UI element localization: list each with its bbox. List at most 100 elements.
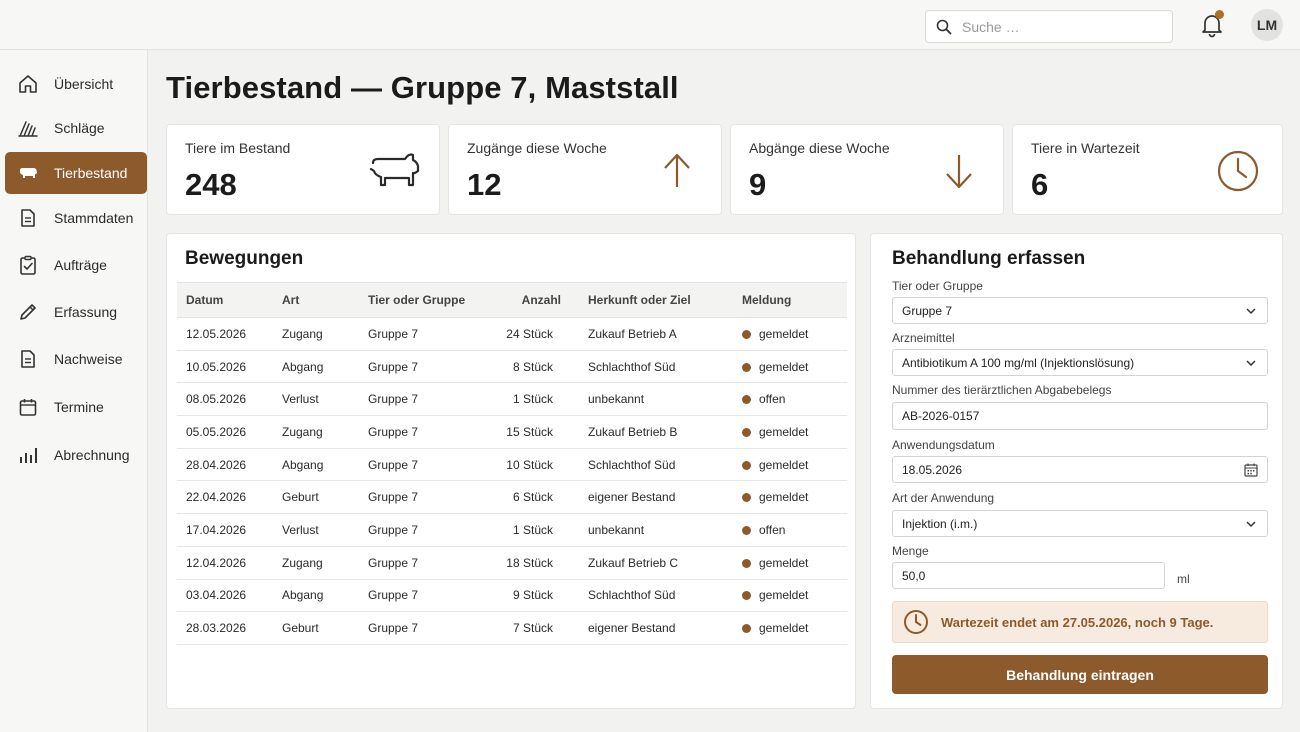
cell-herkunft: Schlachthof Süd [588, 359, 676, 374]
datum-label: Anwendungsdatum [892, 438, 995, 452]
sidebar: Übersicht Schläge Tierbestand Stammdaten… [0, 50, 148, 732]
cell-herkunft: Schlachthof Süd [588, 457, 676, 472]
sidebar-item-label: Aufträge [54, 257, 107, 273]
field-icon [17, 117, 39, 139]
column-header[interactable]: Tier oder Gruppe [359, 282, 489, 318]
sidebar-item-erfassung[interactable]: Erfassung [5, 291, 147, 333]
cell-herkunft: eigener Bestand [588, 490, 676, 505]
chevron-down-icon [1246, 308, 1256, 315]
table-row[interactable]: 08.05.2026 Verlust Gruppe 7 1 Stück unbekann… [177, 383, 847, 416]
pencil-icon [17, 301, 39, 323]
status-dot [742, 591, 751, 601]
column-header[interactable]: Herkunft oder Ziel [579, 282, 733, 318]
column-header[interactable]: Datum [177, 282, 273, 318]
cell-anzahl: 15 Stück [506, 424, 553, 439]
column-header[interactable]: Meldung [733, 282, 847, 318]
sidebar-item-schlaege[interactable]: Schläge [5, 107, 147, 149]
tier-select[interactable]: Gruppe 7 [892, 297, 1268, 324]
table-row[interactable]: 12.04.2026 Zugang Gruppe 7 18 Stück Zukauf B… [177, 546, 847, 579]
arznei-value: Antibiotikum A 100 mg/ml (Injektionslösu… [902, 355, 1135, 370]
art-label: Art der Anwendung [892, 491, 995, 505]
search-input[interactable] [962, 18, 1162, 35]
avatar[interactable]: LM [1251, 9, 1283, 41]
cell-art: Geburt [282, 621, 319, 636]
column-header[interactable]: Anzahl [489, 282, 579, 318]
arrow-up-icon [651, 149, 703, 193]
status-dot [742, 329, 751, 339]
movements-card: Bewegungen Datum Art Tier oder Gruppe An… [166, 233, 856, 709]
sidebar-item-label: Nachweise [54, 351, 123, 367]
status-text: gemeldet [759, 326, 809, 341]
sidebar-item-label: Abrechnung [54, 447, 130, 463]
cell-art: Abgang [282, 359, 324, 374]
menge-label: Menge [892, 544, 929, 558]
datum-input[interactable]: 18.05.2026 [892, 456, 1268, 483]
notification-badge [1215, 10, 1224, 19]
status-text: gemeldet [759, 588, 809, 603]
cell-meldung: gemeldet [733, 579, 847, 612]
treatment-card: Behandlung erfassen Tier oder Gruppe Gru… [870, 233, 1283, 709]
status-dot [742, 395, 751, 405]
chevron-down-icon [1246, 360, 1256, 367]
sidebar-item-stammdaten[interactable]: Stammdaten [5, 197, 147, 239]
cell-gruppe: Gruppe 7 [368, 359, 419, 374]
table-row[interactable]: 12.05.2026 Zugang Gruppe 7 24 Stück Zukauf B… [177, 318, 847, 351]
cell-datum: 12.05.2026 [186, 326, 247, 341]
cell-meldung: gemeldet [733, 318, 847, 351]
cell-datum: 03.04.2026 [186, 588, 247, 603]
cell-art: Geburt [282, 490, 319, 505]
cell-herkunft: Zukauf Betrieb C [588, 555, 679, 570]
table-row[interactable]: 05.05.2026 Zugang Gruppe 7 15 Stück Zukauf B… [177, 416, 847, 449]
status-text: gemeldet [759, 457, 809, 472]
beleg-input[interactable]: AB-2026-0157 [892, 402, 1268, 430]
cell-art: Zugang [282, 555, 323, 570]
cell-meldung: gemeldet [733, 448, 847, 481]
kpi-card-zugaenge: Zugänge diese Woche 12 [448, 124, 722, 215]
cell-meldung: offen [733, 514, 847, 547]
kpi-card-abgaenge: Abgänge diese Woche 9 [730, 124, 1004, 215]
sidebar-item-termine[interactable]: Termine [5, 386, 147, 428]
movements-table: Datum Art Tier oder Gruppe Anzahl Herkun… [177, 282, 847, 645]
table-row[interactable]: 28.04.2026 Abgang Gruppe 7 10 Stück Schlacht… [177, 448, 847, 481]
chevron-down-icon [1246, 521, 1256, 528]
table-row[interactable]: 10.05.2026 Abgang Gruppe 7 8 Stück Schlachth… [177, 350, 847, 383]
pig-icon [369, 149, 421, 193]
cell-meldung: gemeldet [733, 546, 847, 579]
status-dot [742, 558, 751, 568]
cell-herkunft: Zukauf Betrieb A [588, 326, 677, 341]
cell-art: Verlust [282, 522, 319, 537]
sidebar-item-uebersicht[interactable]: Übersicht [5, 63, 147, 105]
calendar-icon[interactable] [1243, 462, 1259, 478]
table-header-row: Datum Art Tier oder Gruppe Anzahl Herkun… [177, 282, 847, 318]
bar-chart-icon [17, 444, 39, 466]
column-header[interactable]: Art [273, 282, 359, 318]
sidebar-item-abrechnung[interactable]: Abrechnung [5, 434, 147, 476]
sidebar-item-label: Termine [54, 399, 104, 415]
status-dot [742, 493, 751, 503]
search-box[interactable] [925, 10, 1173, 43]
cell-datum: 08.05.2026 [186, 392, 247, 407]
search-icon [936, 19, 952, 34]
cell-gruppe: Gruppe 7 [368, 424, 419, 439]
kpi-label: Tiere in Wartezeit [1031, 140, 1140, 156]
table-row[interactable]: 17.04.2026 Verlust Gruppe 7 1 Stück unbekann… [177, 514, 847, 547]
table-row[interactable]: 22.04.2026 Geburt Gruppe 7 6 Stück eigener B… [177, 481, 847, 514]
cell-art: Verlust [282, 392, 319, 407]
sidebar-item-tierbestand[interactable]: Tierbestand [5, 152, 147, 194]
submit-treatment-button[interactable]: Behandlung eintragen [892, 655, 1268, 694]
art-select[interactable]: Injektion (i.m.) [892, 510, 1268, 537]
kpi-value: 248 [185, 167, 237, 202]
cell-datum: 05.05.2026 [186, 424, 247, 439]
cell-anzahl: 24 Stück [506, 326, 553, 341]
cell-art: Abgang [282, 457, 324, 472]
table-row[interactable]: 28.03.2026 Geburt Gruppe 7 7 Stück eigener B… [177, 612, 847, 645]
sidebar-item-nachweise[interactable]: Nachweise [5, 338, 147, 380]
arznei-select[interactable]: Antibiotikum A 100 mg/ml (Injektionslösu… [892, 349, 1268, 376]
menge-input[interactable]: 50,0 [892, 562, 1165, 589]
sidebar-item-label: Erfassung [54, 304, 118, 320]
sidebar-item-auftraege[interactable]: Aufträge [5, 244, 147, 286]
cell-art: Zugang [282, 424, 323, 439]
table-row[interactable]: 03.04.2026 Abgang Gruppe 7 9 Stück Schlachth… [177, 579, 847, 612]
cell-meldung: gemeldet [733, 481, 847, 514]
treatment-title: Behandlung erfassen [892, 248, 1086, 269]
